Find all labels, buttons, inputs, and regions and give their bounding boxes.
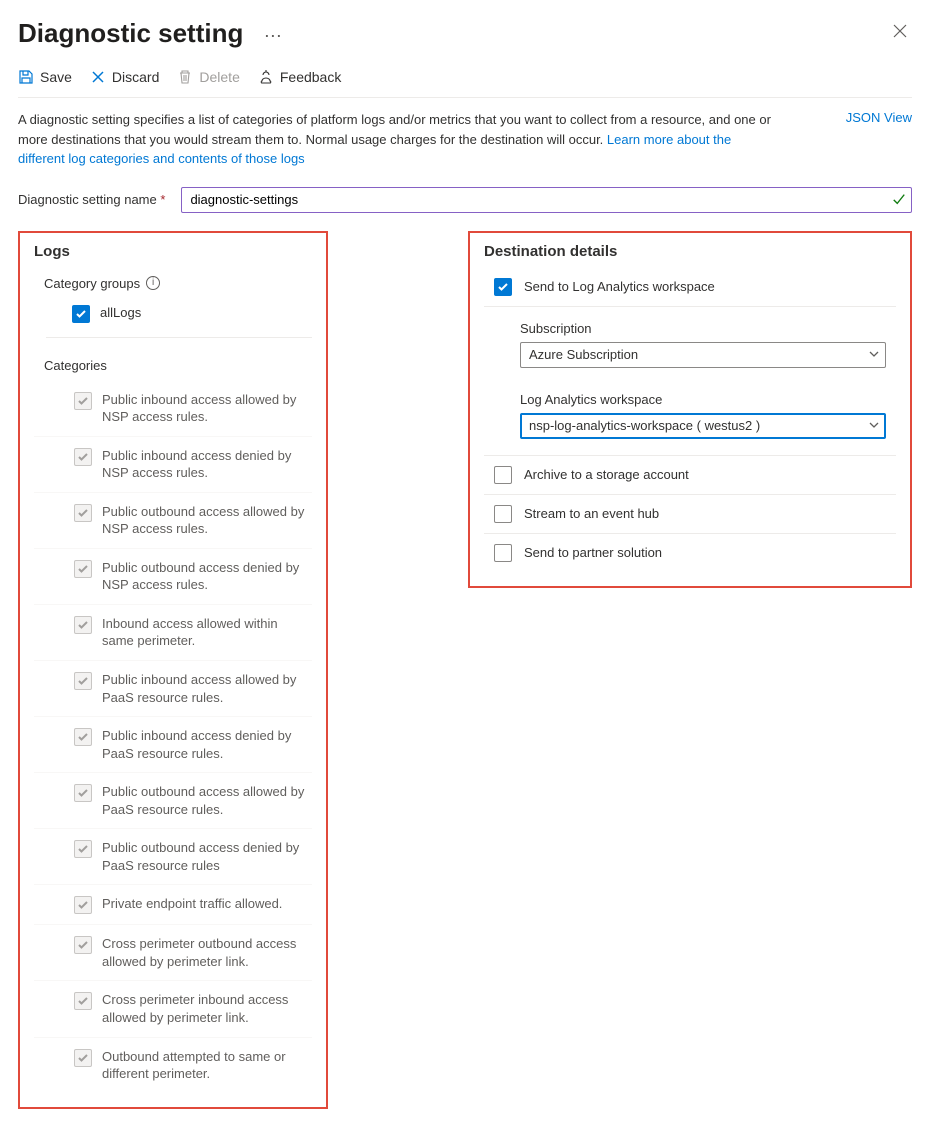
delete-label: Delete [199, 69, 239, 85]
eventhub-checkbox[interactable] [494, 505, 512, 523]
category-checkbox [74, 1049, 92, 1067]
setting-name-input[interactable] [181, 187, 912, 213]
feedback-label: Feedback [280, 69, 341, 85]
category-row: Public inbound access denied by PaaS res… [34, 717, 312, 773]
category-row: Public outbound access allowed by NSP ac… [34, 493, 312, 549]
category-checkbox [74, 560, 92, 578]
partner-checkbox[interactable] [494, 544, 512, 562]
partner-label: Send to partner solution [524, 545, 662, 560]
save-label: Save [40, 69, 72, 85]
category-label: Public outbound access denied by NSP acc… [102, 559, 312, 594]
category-row: Public inbound access denied by NSP acce… [34, 437, 312, 493]
close-icon[interactable] [888, 19, 912, 48]
category-row: Public inbound access allowed by NSP acc… [34, 381, 312, 437]
valid-check-icon [892, 192, 906, 211]
category-row: Public outbound access denied by PaaS re… [34, 829, 312, 885]
discard-label: Discard [112, 69, 159, 85]
category-checkbox [74, 992, 92, 1010]
category-label: Public inbound access denied by PaaS res… [102, 727, 312, 762]
archive-checkbox[interactable] [494, 466, 512, 484]
category-row: Cross perimeter inbound access allowed b… [34, 981, 312, 1037]
destination-title: Destination details [484, 243, 896, 268]
archive-label: Archive to a storage account [524, 467, 689, 482]
categories-label: Categories [34, 346, 312, 381]
category-checkbox [74, 936, 92, 954]
info-icon[interactable]: i [146, 276, 160, 290]
destination-panel: Destination details Send to Log Analytic… [468, 231, 912, 588]
feedback-button[interactable]: Feedback [258, 69, 341, 85]
page-title: Diagnostic setting [18, 18, 243, 48]
subscription-label: Subscription [484, 307, 896, 340]
law-label: Log Analytics workspace [484, 378, 896, 411]
category-row: Public inbound access allowed by PaaS re… [34, 661, 312, 717]
logs-title: Logs [34, 243, 312, 268]
category-label: Inbound access allowed within same perim… [102, 615, 312, 650]
eventhub-label: Stream to an event hub [524, 506, 659, 521]
delete-button: Delete [177, 69, 239, 85]
category-checkbox [74, 448, 92, 466]
category-label: Public inbound access denied by NSP acce… [102, 447, 312, 482]
send-law-label: Send to Log Analytics workspace [524, 279, 715, 294]
category-label: Public outbound access denied by PaaS re… [102, 839, 312, 874]
save-button[interactable]: Save [18, 69, 72, 85]
category-checkbox [74, 784, 92, 802]
all-logs-checkbox[interactable] [72, 305, 90, 323]
category-checkbox [74, 896, 92, 914]
send-law-checkbox[interactable] [494, 278, 512, 296]
command-toolbar: Save Discard Delete Feedback [18, 49, 912, 98]
category-label: Public outbound access allowed by NSP ac… [102, 503, 312, 538]
category-label: Cross perimeter outbound access allowed … [102, 935, 312, 970]
category-checkbox [74, 504, 92, 522]
category-label: Cross perimeter inbound access allowed b… [102, 991, 312, 1026]
json-view-link[interactable]: JSON View [846, 110, 912, 125]
category-row: Cross perimeter outbound access allowed … [34, 925, 312, 981]
category-row: Outbound attempted to same or different … [34, 1038, 312, 1093]
more-icon[interactable]: ⋯ [258, 26, 289, 47]
law-select[interactable]: nsp-log-analytics-workspace ( westus2 ) [520, 413, 886, 439]
category-label: Outbound attempted to same or different … [102, 1048, 312, 1083]
category-checkbox [74, 392, 92, 410]
category-row: Private endpoint traffic allowed. [34, 885, 312, 925]
category-label: Public outbound access allowed by PaaS r… [102, 783, 312, 818]
all-logs-label: allLogs [100, 305, 141, 320]
category-groups-label: Category groups i [34, 268, 312, 299]
category-row: Public outbound access denied by NSP acc… [34, 549, 312, 605]
category-label: Public inbound access allowed by NSP acc… [102, 391, 312, 426]
category-row: Inbound access allowed within same perim… [34, 605, 312, 661]
category-label: Private endpoint traffic allowed. [102, 895, 282, 913]
discard-button[interactable]: Discard [90, 69, 159, 85]
category-checkbox [74, 616, 92, 634]
category-checkbox [74, 672, 92, 690]
subscription-select[interactable]: Azure Subscription [520, 342, 886, 368]
category-label: Public inbound access allowed by PaaS re… [102, 671, 312, 706]
setting-name-label: Diagnostic setting name * [18, 192, 165, 207]
category-checkbox [74, 840, 92, 858]
logs-panel: Logs Category groups i allLogs Categorie… [18, 231, 328, 1109]
description-text: A diagnostic setting specifies a list of… [18, 110, 778, 169]
category-row: Public outbound access allowed by PaaS r… [34, 773, 312, 829]
category-checkbox [74, 728, 92, 746]
